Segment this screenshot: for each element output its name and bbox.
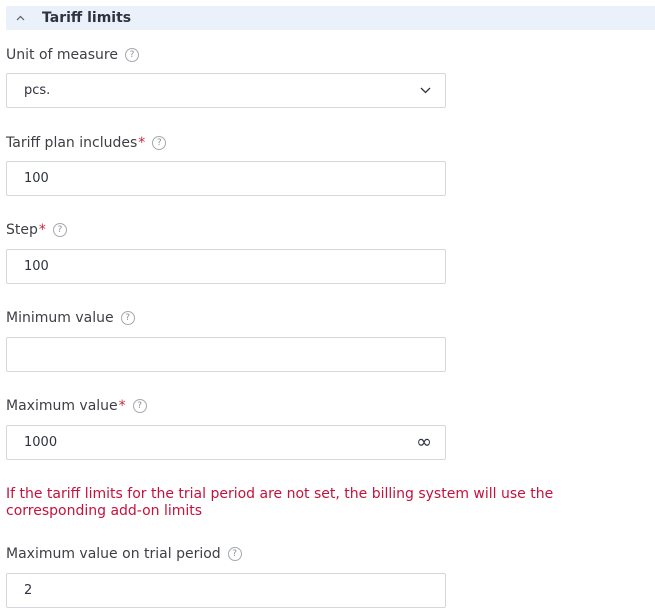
step-label-text: Step [6, 222, 38, 238]
required-mark: * [38, 222, 46, 238]
help-icon[interactable]: ? [124, 48, 139, 62]
tariff-plan-includes-input[interactable]: 100 [6, 161, 446, 196]
maximum-value-value: 1000 [24, 435, 58, 450]
step-input[interactable]: 100 [6, 249, 446, 284]
help-icon[interactable]: ? [52, 223, 67, 237]
tariff-plan-includes-label: Tariff plan includes * ? [6, 135, 167, 151]
minimum-value-label: Minimum value ? [6, 310, 135, 326]
tariff-plan-includes-label-text: Tariff plan includes [6, 135, 138, 151]
help-icon[interactable]: ? [132, 399, 147, 413]
maximum-value-trial-label-text: Maximum value on trial period [6, 546, 221, 562]
maximum-value-label: Maximum value * ? [6, 398, 147, 414]
infinity-icon[interactable]: ∞ [416, 433, 432, 452]
trial-limits-warning: If the tariff limits for the trial perio… [6, 486, 554, 519]
section-header-tariff-limits[interactable]: Tariff limits [6, 6, 655, 30]
maximum-value-trial-input[interactable]: 2 [6, 573, 446, 608]
minimum-value-label-text: Minimum value [6, 310, 114, 326]
unit-of-measure-label: Unit of measure ? [6, 47, 139, 63]
maximum-value-label-text: Maximum value [6, 398, 118, 414]
maximum-value-trial-value: 2 [24, 583, 33, 598]
tariff-plan-includes-value: 100 [24, 171, 49, 186]
unit-of-measure-select[interactable]: pcs. [6, 73, 446, 108]
required-mark: * [118, 398, 126, 414]
step-label: Step * ? [6, 222, 67, 238]
maximum-value-trial-label: Maximum value on trial period ? [6, 546, 242, 562]
chevron-up-icon[interactable] [16, 15, 38, 21]
section-title: Tariff limits [42, 10, 132, 26]
maximum-value-input[interactable]: 1000 ∞ [6, 425, 446, 460]
required-mark: * [138, 135, 146, 151]
unit-of-measure-label-text: Unit of measure [6, 47, 118, 63]
minimum-value-input[interactable] [6, 337, 446, 372]
chevron-down-icon[interactable] [420, 87, 431, 94]
step-value: 100 [24, 259, 49, 274]
help-icon[interactable]: ? [120, 311, 135, 325]
help-icon[interactable]: ? [152, 136, 167, 150]
unit-of-measure-value: pcs. [24, 83, 51, 98]
help-icon[interactable]: ? [227, 547, 242, 561]
